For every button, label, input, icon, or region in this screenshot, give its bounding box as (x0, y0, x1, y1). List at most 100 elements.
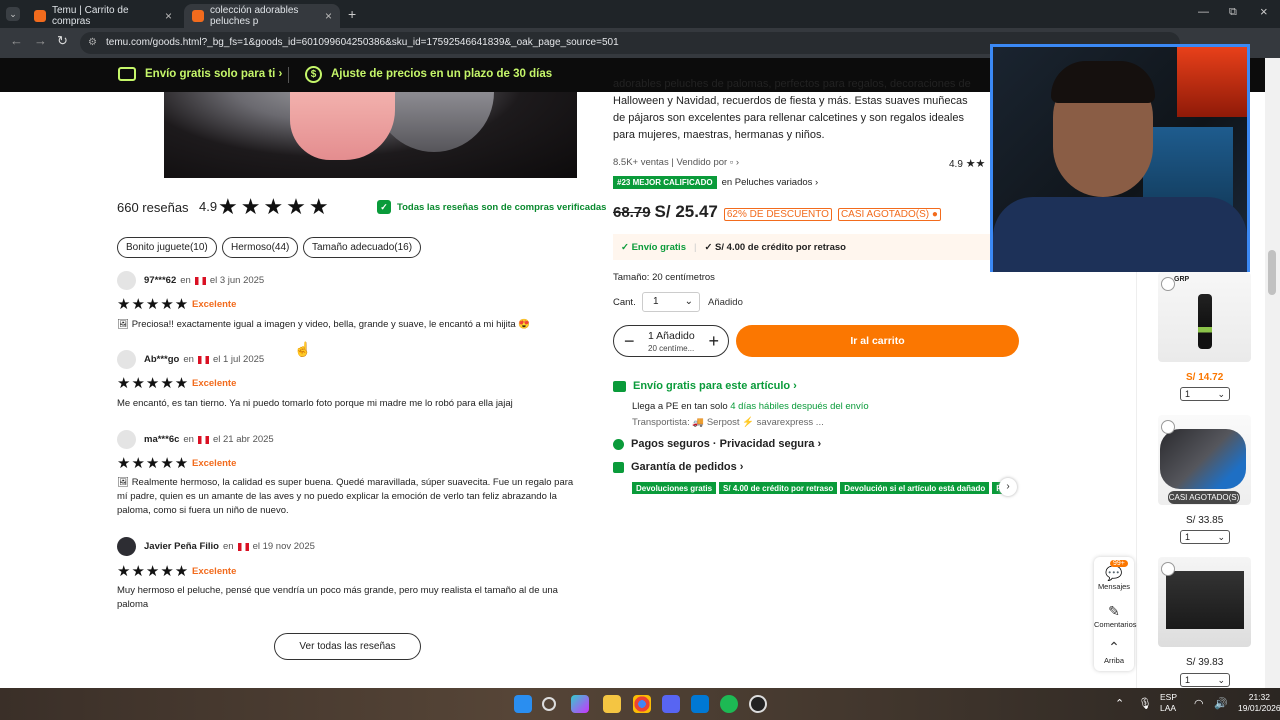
shield-check-icon: ✓ (377, 200, 391, 214)
scrollbar[interactable] (1265, 58, 1280, 688)
free-shipping-section[interactable]: Envío gratis para este artículo › (613, 380, 797, 392)
review-user: 97***62 (144, 275, 177, 286)
recommended-price: S/ 33.85 (1186, 515, 1224, 526)
browser-tab-cart[interactable]: Temu | Carrito de compras × (26, 4, 180, 28)
messages-badge: 99+ (1110, 560, 1128, 567)
browser-tab-bar: ⌄ Temu | Carrito de compras × colección a… (0, 0, 1280, 28)
maximize-icon[interactable]: ⧉ (1229, 6, 1237, 19)
discount-badge: 62% DE DESCUENTO (723, 208, 832, 221)
site-info-icon[interactable]: ⚙ (88, 32, 97, 54)
chevron-down-icon: ⌄ (684, 296, 693, 307)
guarantee-chip: Devolución si el artículo está dañado (840, 482, 990, 494)
review-rating-label: Excelente (192, 378, 237, 389)
product-image[interactable] (164, 92, 577, 178)
price-row: 68.79 S/ 25.47 62% DE DESCUENTO CASI AGO… (613, 202, 941, 222)
free-shipping-link[interactable]: Envío gratis solo para ti › (145, 68, 282, 80)
out-of-stock-badge: CASI AGOTADO(S) (1168, 491, 1240, 504)
chrome-icon[interactable] (633, 695, 651, 713)
new-tab-icon[interactable]: + (348, 6, 356, 22)
url-text: temu.com/goods.html?_bg_fs=1&goods_id=60… (106, 37, 619, 48)
spray-bottle-image (1198, 294, 1212, 349)
select-checkbox[interactable] (1161, 420, 1175, 434)
review-text: 🖼 Realmente hermoso, la calidad es super… (117, 477, 574, 516)
price-adjust-text[interactable]: Ajuste de precios en un plazo de 30 días (331, 68, 552, 80)
review-tag[interactable]: Tamaño adecuado(16) (303, 237, 422, 258)
rank-badge: #23 MEJOR CALIFICADO (613, 176, 717, 189)
plus-button[interactable]: + (708, 331, 719, 352)
back-icon[interactable]: ← (10, 33, 23, 48)
minimize-icon[interactable]: — (1198, 6, 1209, 18)
chevron-right-icon[interactable]: › (999, 478, 1017, 496)
obs-icon[interactable] (749, 695, 767, 713)
arrival-info: Llega a PE en tan solo 4 días hábiles de… (632, 401, 869, 412)
sales-info[interactable]: 8.5K+ ventas | Vendido por ▫ › (613, 157, 739, 168)
edit-icon: ✎ (1108, 603, 1120, 619)
recommended-qty-select[interactable]: 1 ⌄ (1180, 673, 1230, 687)
review-prefix: en (222, 541, 234, 552)
start-icon[interactable] (514, 695, 532, 713)
secure-payment-text: Pagos seguros · Privacidad segura › (631, 438, 822, 450)
language-indicator[interactable]: ESP LAA (1160, 692, 1177, 714)
review-tag[interactable]: Hermoso(44) (222, 237, 299, 258)
wifi-icon[interactable]: ◠ (1194, 697, 1204, 710)
review-score: 4.9 (199, 199, 218, 214)
volume-icon[interactable]: 🔊 (1214, 697, 1228, 710)
review-stars: ★★★★★ (117, 296, 190, 313)
peru-flag-icon (197, 355, 209, 364)
quantity-select[interactable]: 1 ⌄ (642, 292, 700, 312)
outlook-icon[interactable] (691, 695, 709, 713)
review-text: 🖼 Preciosa!! exactamente igual a imagen … (117, 319, 531, 330)
file-explorer-icon[interactable] (603, 695, 621, 713)
recommended-qty-select[interactable]: 1 ⌄ (1180, 530, 1230, 544)
microphone-icon[interactable]: 🎙 (1138, 697, 1152, 710)
qty-value: 1 (1185, 389, 1191, 399)
person-shirt (993, 197, 1247, 272)
copilot-icon[interactable] (571, 695, 589, 713)
comments-button[interactable]: ✎ Comentarios (1094, 603, 1137, 629)
select-checkbox[interactable] (1161, 277, 1175, 291)
review-date: el 19 nov 2025 (252, 541, 315, 552)
quantity-label: Cant. (613, 297, 636, 308)
quantity-value: 1 (653, 296, 659, 307)
tab-search-icon[interactable]: ⌄ (6, 7, 20, 21)
window-close-icon[interactable]: × (1260, 4, 1268, 19)
tab-title: Temu | Carrito de compras (52, 5, 129, 27)
discord-icon[interactable] (662, 695, 680, 713)
tray-chevron-icon[interactable]: ⌃ (1115, 697, 1124, 710)
browser-tab-product[interactable]: colección adorables peluches p × (184, 4, 340, 28)
stock-badge: CASI AGOTADO(S) ● (837, 208, 941, 221)
added-label: Añadido (708, 297, 743, 308)
close-icon[interactable]: × (165, 9, 172, 23)
peru-flag-icon (237, 542, 249, 551)
lang-code: ESP (1160, 692, 1178, 702)
scrollbar-thumb[interactable] (1268, 250, 1276, 295)
shipping-box: ✓ Envío gratis | ✓ S/ 4.00 de crédito po… (613, 234, 991, 260)
chevron-down-icon: ⌄ (1217, 389, 1225, 399)
poster-image (1177, 47, 1247, 117)
recommended-qty-select[interactable]: 1 ⌄ (1180, 387, 1230, 401)
rank-info[interactable]: #23 MEJOR CALIFICADO en Peluches variados… (613, 176, 818, 189)
review-text: Muy hermoso el peluche, pensé que vendrí… (117, 585, 558, 610)
avatar (117, 271, 136, 290)
minus-button[interactable]: − (624, 331, 635, 352)
search-icon[interactable] (542, 697, 556, 711)
chevron-down-icon: ⌄ (1217, 532, 1225, 542)
clock[interactable]: 21:32 19/01/2026 (1238, 692, 1280, 714)
spotify-icon[interactable] (720, 695, 738, 713)
qty-value: 1 (1185, 675, 1191, 685)
forward-icon[interactable]: → (34, 33, 47, 48)
close-icon[interactable]: × (325, 9, 332, 23)
select-checkbox[interactable] (1161, 562, 1175, 576)
product-rating[interactable]: 4.9 ★★ (949, 157, 985, 170)
back-to-top-button[interactable]: ⌃ Arriba (1094, 639, 1134, 665)
guarantee-text: Garantía de pedidos › (631, 461, 744, 473)
review-rating-label: Excelente (192, 458, 237, 469)
messages-button[interactable]: 💬 Mensajes (1094, 565, 1134, 591)
see-all-reviews-button[interactable]: Ver todas las reseñas (274, 633, 421, 660)
go-to-cart-button[interactable]: Ir al carrito (736, 325, 1019, 357)
reload-icon[interactable]: ↻ (57, 33, 68, 49)
secure-payment-section[interactable]: Pagos seguros · Privacidad segura › (613, 438, 821, 450)
review-tag[interactable]: Bonito juguete(10) (117, 237, 217, 258)
order-guarantee-section[interactable]: Garantía de pedidos › (613, 461, 743, 473)
review-stars: ★★★★★ (117, 455, 190, 472)
